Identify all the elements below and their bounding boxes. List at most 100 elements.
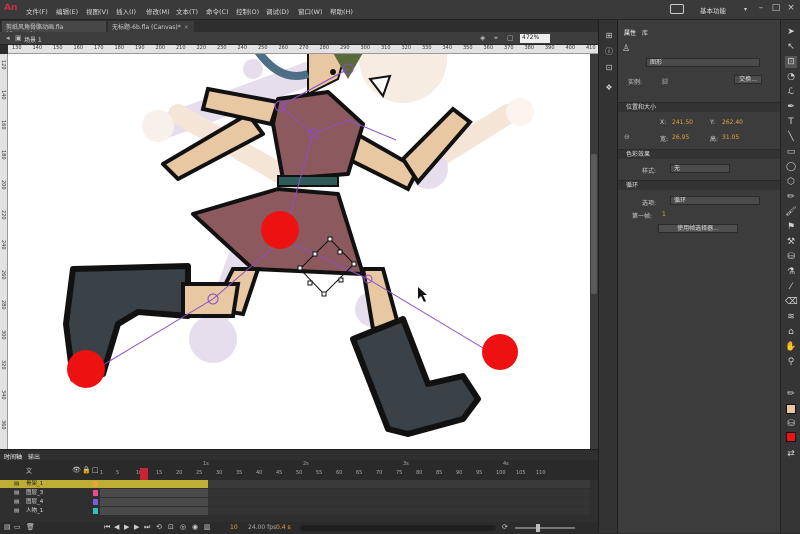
paint-brush-tool-icon[interactable]: ⚑: [785, 221, 797, 233]
first-frame-value[interactable]: 1: [662, 211, 666, 218]
edit-symbols-icon[interactable]: ◈: [480, 34, 485, 42]
layer-frames[interactable]: [100, 498, 590, 506]
tab-properties[interactable]: 属性: [624, 28, 636, 37]
polystar-tool-icon[interactable]: ⬡: [785, 176, 797, 188]
doc-tab-1[interactable]: 剪纸风角骨骼动画.fla (Canvas)*×: [2, 21, 106, 38]
width-value[interactable]: 26.95: [672, 134, 689, 141]
scene-label[interactable]: 场景 1: [24, 35, 42, 44]
swap-colors-icon[interactable]: ⇄: [785, 448, 797, 460]
zoom-tool-icon[interactable]: ⚲: [785, 356, 797, 368]
playhead[interactable]: [140, 468, 148, 480]
selection-tool-icon[interactable]: ➤: [785, 26, 797, 38]
menu-text[interactable]: 文本(T): [176, 6, 198, 16]
eraser-tool-icon[interactable]: ⌫: [785, 296, 798, 308]
align-icon[interactable]: ⊞: [603, 30, 615, 42]
menu-help[interactable]: 帮助(H): [330, 6, 353, 16]
link-icon[interactable]: ⊖: [624, 133, 630, 141]
loop-option-select[interactable]: 循环: [670, 196, 760, 205]
frame-picker-button[interactable]: 使用帧选择器...: [658, 224, 738, 233]
loop-icon[interactable]: ⟲: [156, 523, 162, 531]
pencil-tool-icon[interactable]: ✏: [785, 191, 797, 203]
menu-commands[interactable]: 命令(C): [206, 6, 229, 16]
menu-view[interactable]: 视图(V): [86, 6, 109, 16]
oval-tool-icon[interactable]: ◯: [785, 161, 797, 173]
layer-row[interactable]: ▤ 人物_1: [0, 507, 100, 515]
menu-insert[interactable]: 插入(I): [116, 6, 136, 16]
zoom-slider-thumb[interactable]: [536, 524, 540, 532]
section-position-size[interactable]: 位置和大小: [618, 102, 780, 112]
back-arrow-icon[interactable]: ◂: [6, 34, 10, 42]
eye-icon[interactable]: 👁: [72, 466, 81, 474]
fit-icon[interactable]: ⟳: [502, 523, 508, 531]
workspace-switcher[interactable]: 基本功能: [700, 5, 726, 15]
transform-icon[interactable]: ⊡: [603, 62, 615, 74]
ik-pin-hip[interactable]: [261, 211, 299, 249]
bone-tool-icon[interactable]: ⚒: [785, 236, 797, 248]
next-frame-icon[interactable]: ▶: [134, 523, 139, 531]
layer-color-swatch[interactable]: [93, 481, 98, 487]
paint-bucket-tool-icon[interactable]: ⛁: [785, 251, 797, 263]
minimize-button[interactable]: –: [754, 3, 768, 17]
lock-icon[interactable]: 🔒: [82, 466, 91, 474]
style-select[interactable]: 无: [670, 164, 730, 173]
rectangle-tool-icon[interactable]: ▭: [785, 146, 797, 158]
scroll-thumb[interactable]: [591, 154, 597, 294]
close-button[interactable]: ×: [784, 3, 798, 17]
layer-row[interactable]: ▤ 骨架_1: [0, 480, 100, 488]
menu-modify[interactable]: 修改(M): [146, 6, 170, 16]
text-tool-icon[interactable]: T: [785, 116, 797, 128]
maximize-button[interactable]: □: [769, 3, 783, 17]
last-frame-icon[interactable]: ⏭: [144, 523, 150, 532]
height-value[interactable]: 31.05: [722, 134, 739, 141]
3d-rotation-tool-icon[interactable]: ◔: [785, 71, 797, 83]
brush-tool-icon[interactable]: 🖌: [785, 206, 797, 218]
outline-icon[interactable]: □: [92, 466, 99, 474]
section-color-effect[interactable]: 色彩效果: [618, 149, 780, 159]
layer-color-swatch[interactable]: [93, 499, 98, 505]
pen-tool-icon[interactable]: ✒: [785, 101, 797, 113]
close-icon[interactable]: ×: [184, 24, 189, 31]
symbol-type-select[interactable]: 图形: [646, 58, 760, 67]
layer-frames[interactable]: [100, 489, 590, 497]
fill-color-swatch[interactable]: [786, 432, 796, 442]
stroke-color-swatch[interactable]: [786, 404, 796, 414]
free-transform-tool-icon[interactable]: ⊡: [785, 56, 797, 68]
hand-tool-icon[interactable]: ✋: [785, 341, 797, 353]
center-stage-icon[interactable]: ⌖: [494, 34, 498, 43]
frame-ruler[interactable]: 1510152025303540455055606570758085909510…: [100, 469, 590, 479]
menu-debug[interactable]: 调试(D): [266, 6, 289, 16]
play-icon[interactable]: ▶: [124, 523, 129, 531]
layer-row[interactable]: ▤ 图层_4: [0, 498, 100, 506]
doc-tab-2[interactable]: 无标题-6b.fla (Canvas)* ×: [108, 21, 194, 32]
edit-multiple-frames-icon[interactable]: ▥: [204, 523, 211, 531]
current-frame[interactable]: 10: [230, 524, 238, 531]
width-tool-icon[interactable]: ≋: [785, 311, 797, 323]
timeline-hscroll[interactable]: [300, 525, 496, 531]
y-value[interactable]: 262.40: [722, 119, 743, 126]
sync-icon[interactable]: [670, 4, 684, 14]
menu-edit[interactable]: 编辑(E): [56, 6, 78, 16]
layer-row[interactable]: ▤ 图层_3: [0, 489, 100, 497]
line-tool-icon[interactable]: ╲: [785, 131, 797, 143]
layer-color-swatch[interactable]: [93, 508, 98, 514]
vertical-scrollbar[interactable]: [590, 54, 598, 449]
ik-pin-front-foot[interactable]: [482, 334, 518, 370]
stage-canvas[interactable]: [8, 54, 590, 449]
layer-frames[interactable]: [100, 507, 590, 515]
center-frame-icon[interactable]: ⊡: [168, 523, 174, 531]
camera-tool-icon[interactable]: ⌂: [785, 326, 797, 338]
tab-library[interactable]: 库: [642, 28, 648, 37]
section-looping[interactable]: 循环: [618, 180, 780, 190]
zoom-select[interactable]: 472%: [520, 34, 550, 43]
info-icon[interactable]: ⓘ: [603, 46, 615, 58]
x-value[interactable]: 241.50: [672, 119, 693, 126]
ik-pin-back-foot[interactable]: [67, 350, 105, 388]
eyedropper-tool-icon[interactable]: ⁄: [785, 281, 797, 293]
first-frame-icon[interactable]: ⏮: [104, 523, 110, 532]
ink-bottle-tool-icon[interactable]: ⚗: [785, 266, 797, 278]
menu-window[interactable]: 窗口(W): [298, 6, 323, 16]
zoom-slider[interactable]: [515, 527, 575, 529]
components-icon[interactable]: ❖: [603, 82, 615, 94]
new-folder-icon[interactable]: ▭: [14, 523, 21, 531]
onion-outline-icon[interactable]: ◉: [192, 523, 198, 531]
